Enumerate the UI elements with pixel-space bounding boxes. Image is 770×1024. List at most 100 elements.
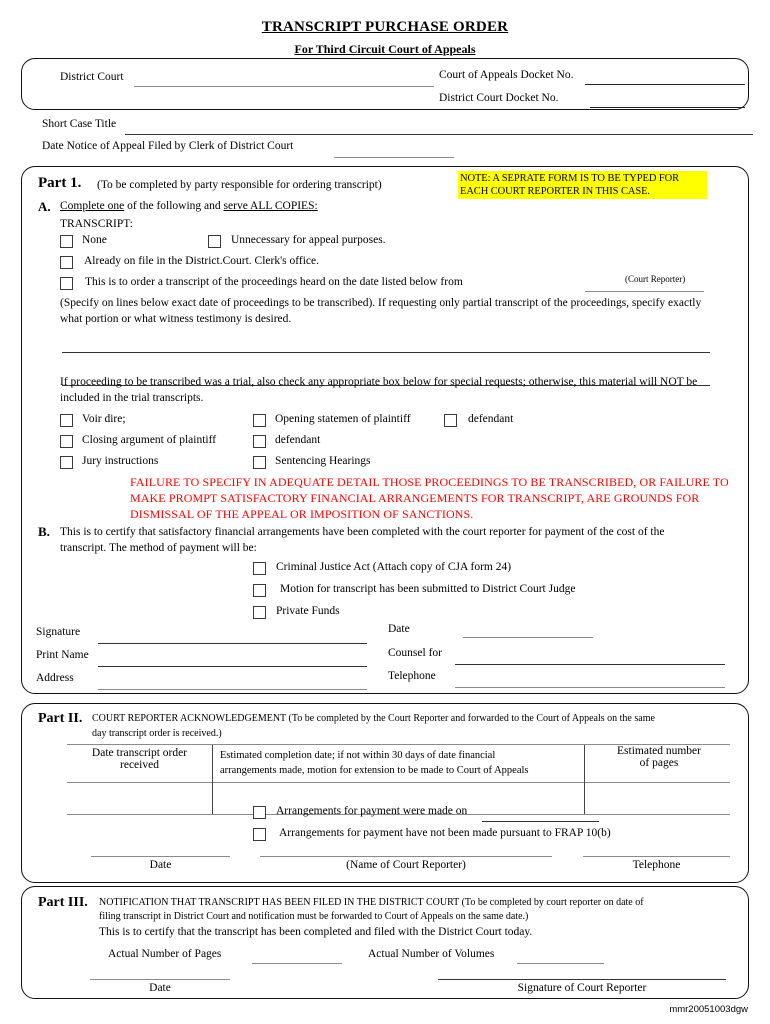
print-name-input[interactable] — [98, 666, 367, 667]
address-input[interactable] — [98, 689, 367, 690]
transcript-purchase-order-form: TRANSCRIPT PURCHASE ORDER For Third Circ… — [0, 0, 770, 1024]
section-a-letter: A. — [38, 199, 51, 214]
date-notice-input[interactable] — [334, 157, 454, 158]
signature-input[interactable] — [98, 643, 367, 644]
district-court-input[interactable] — [134, 86, 434, 87]
checkbox-sentencing-hearings-label: Sentencing Hearings — [275, 455, 371, 467]
part-3-date-input[interactable] — [90, 979, 230, 980]
date-input[interactable] — [463, 637, 593, 638]
page-title-container: TRANSCRIPT PURCHASE ORDER — [0, 18, 770, 36]
table-cell-date-received[interactable] — [68, 786, 211, 812]
part-3-date-caption: Date — [149, 982, 171, 994]
header-docket-box: District Court Court of Appeals Docket N… — [21, 58, 749, 110]
checkbox-opening-defendant[interactable] — [444, 414, 457, 427]
section-a-instruction-part2: of the following and — [124, 200, 224, 212]
table-col-1-header: Date transcript order received — [68, 747, 211, 771]
dc-docket-label: District Court Docket No. — [439, 92, 559, 104]
part-1-panel: Part 1. (To be completed by party respon… — [21, 166, 749, 694]
checkbox-none-label: None — [82, 234, 107, 246]
part-2-telephone-caption: Telephone — [632, 859, 681, 871]
table-col-3-header-line-1: Estimated number — [617, 745, 701, 757]
print-name-label: Print Name — [36, 649, 89, 661]
checkbox-sentencing-hearings[interactable] — [253, 456, 266, 469]
actual-volumes-label: Actual Number of Volumes — [368, 948, 495, 960]
table-col-2-header-line-1: Estimated completion date; if not within… — [220, 750, 496, 761]
table-header-border — [67, 782, 730, 783]
page-subtitle: For Third Circuit Court of Appeals — [294, 42, 476, 56]
red-warning-line-1: FAILURE TO SPECIFY IN ADEQUATE DETAIL TH… — [130, 475, 729, 489]
short-case-title-input[interactable] — [125, 134, 753, 135]
checkbox-order-transcript[interactable] — [60, 277, 73, 290]
court-reporter-input[interactable] — [585, 291, 704, 292]
checkbox-unnecessary[interactable] — [208, 235, 221, 248]
section-b-text-line-2: transcript. The method of payment will b… — [60, 542, 257, 554]
part-1-label: Part 1. — [38, 175, 82, 191]
note-line-2: EACH COURT REPORTER IN THIS CASE. — [460, 186, 650, 197]
counsel-for-label: Counsel for — [388, 647, 442, 659]
note-separate-form: NOTE: A SEPRATE FORM IS TO BE TYPED FOR … — [458, 171, 707, 199]
red-warning-line-3: DISMISSAL OF THE APPEAL OR IMPOSITION OF… — [130, 507, 474, 521]
checkbox-arrangements-made-label: Arrangements for payment were made on — [276, 805, 468, 817]
checkbox-already-on-file-label: Already on file in the District.Court. C… — [84, 255, 319, 267]
specify-text-line-2: what portion or what witness testimony i… — [60, 313, 292, 325]
checkbox-private-funds[interactable] — [253, 606, 266, 619]
specify-text-line-1: (Specify on lines below exact date of pr… — [60, 297, 702, 309]
part-2-date-input[interactable] — [91, 856, 230, 857]
red-warning-text: FAILURE TO SPECIFY IN ADEQUATE DETAIL TH… — [130, 474, 730, 522]
coa-docket-label: Court of Appeals Docket No. — [439, 69, 574, 81]
telephone-input[interactable] — [455, 687, 725, 688]
coa-docket-input[interactable] — [585, 84, 745, 85]
part-3-panel: Part III. NOTIFICATION THAT TRANSCRIPT H… — [21, 886, 749, 999]
trial-text-line-2: included in the trial transcripts. — [60, 392, 204, 404]
table-divider-1 — [212, 745, 213, 814]
note-line-1: NOTE: A SEPRATE FORM IS TO BE TYPED FOR — [460, 173, 679, 184]
counsel-for-input[interactable] — [455, 664, 725, 665]
checkbox-voir-dire-label: Voir dire; — [82, 413, 126, 425]
page-title: TRANSCRIPT PURCHASE ORDER — [261, 19, 509, 35]
part-2-label: Part II. — [38, 711, 83, 726]
footer-document-code: mmr20051003dgw — [669, 1004, 748, 1015]
actual-pages-input[interactable] — [252, 963, 342, 964]
part-2-heading-line-1: COURT REPORTER ACKNOWLEDGEMENT (To be co… — [92, 713, 655, 724]
checkbox-opening-plaintiff[interactable] — [253, 414, 266, 427]
table-col-3-header-line-2: of pages — [639, 757, 679, 769]
checkbox-jury-instructions[interactable] — [60, 456, 73, 469]
date-label: Date — [388, 623, 410, 635]
checkbox-jury-instructions-label: Jury instructions — [82, 455, 159, 467]
arrangements-date-input[interactable] — [482, 821, 599, 822]
part-3-label: Part III. — [38, 895, 88, 910]
table-divider-2 — [584, 745, 585, 814]
short-case-title-label: Short Case Title — [42, 118, 117, 130]
dc-docket-input[interactable] — [590, 107, 745, 108]
section-a-instruction: Complete one of the following and serve … — [60, 199, 318, 214]
checkbox-voir-dire[interactable] — [60, 414, 73, 427]
table-cell-estimated-pages[interactable] — [586, 786, 729, 812]
checkbox-unnecessary-label: Unnecessary for appeal purposes. — [231, 234, 386, 246]
section-b-text-line-1: This is to certify that satisfactory fin… — [60, 526, 665, 538]
part-3-heading-line-1: NOTIFICATION THAT TRANSCRIPT HAS BEEN FI… — [99, 897, 644, 908]
checkbox-arrangements-not-made[interactable] — [253, 828, 266, 841]
proceedings-line-1[interactable] — [62, 352, 710, 353]
checkbox-closing-defendant-label: defendant — [275, 434, 321, 446]
checkbox-order-transcript-label: This is to order a transcript of the pro… — [85, 276, 463, 288]
actual-volumes-input[interactable] — [517, 963, 604, 964]
part-2-reporter-name-input[interactable] — [260, 856, 552, 857]
checkbox-none[interactable] — [60, 235, 73, 248]
checkbox-closing-defendant[interactable] — [253, 435, 266, 448]
checkbox-criminal-justice-act[interactable] — [253, 562, 266, 575]
section-b-letter: B. — [38, 524, 50, 539]
checkbox-already-on-file[interactable] — [60, 256, 73, 269]
table-col-2-header: Estimated completion date; if not within… — [220, 748, 580, 778]
checkbox-criminal-justice-act-label: Criminal Justice Act (Attach copy of CJA… — [276, 561, 512, 573]
transcript-label: TRANSCRIPT: — [60, 218, 133, 230]
checkbox-arrangements-made[interactable] — [253, 806, 266, 819]
address-label: Address — [36, 672, 74, 684]
section-a-instruction-part3: serve ALL COPIES: — [223, 200, 318, 212]
signature-label: Signature — [36, 626, 81, 638]
checkbox-closing-plaintiff[interactable] — [60, 435, 73, 448]
checkbox-motion-for-transcript[interactable] — [253, 584, 266, 597]
part-3-signature-input[interactable] — [438, 979, 726, 980]
part-2-telephone-input[interactable] — [583, 856, 730, 857]
checkbox-motion-for-transcript-label: Motion for transcript has been submitted… — [280, 583, 576, 595]
part-2-heading-line-2: day transcript order is received.) — [92, 728, 222, 739]
